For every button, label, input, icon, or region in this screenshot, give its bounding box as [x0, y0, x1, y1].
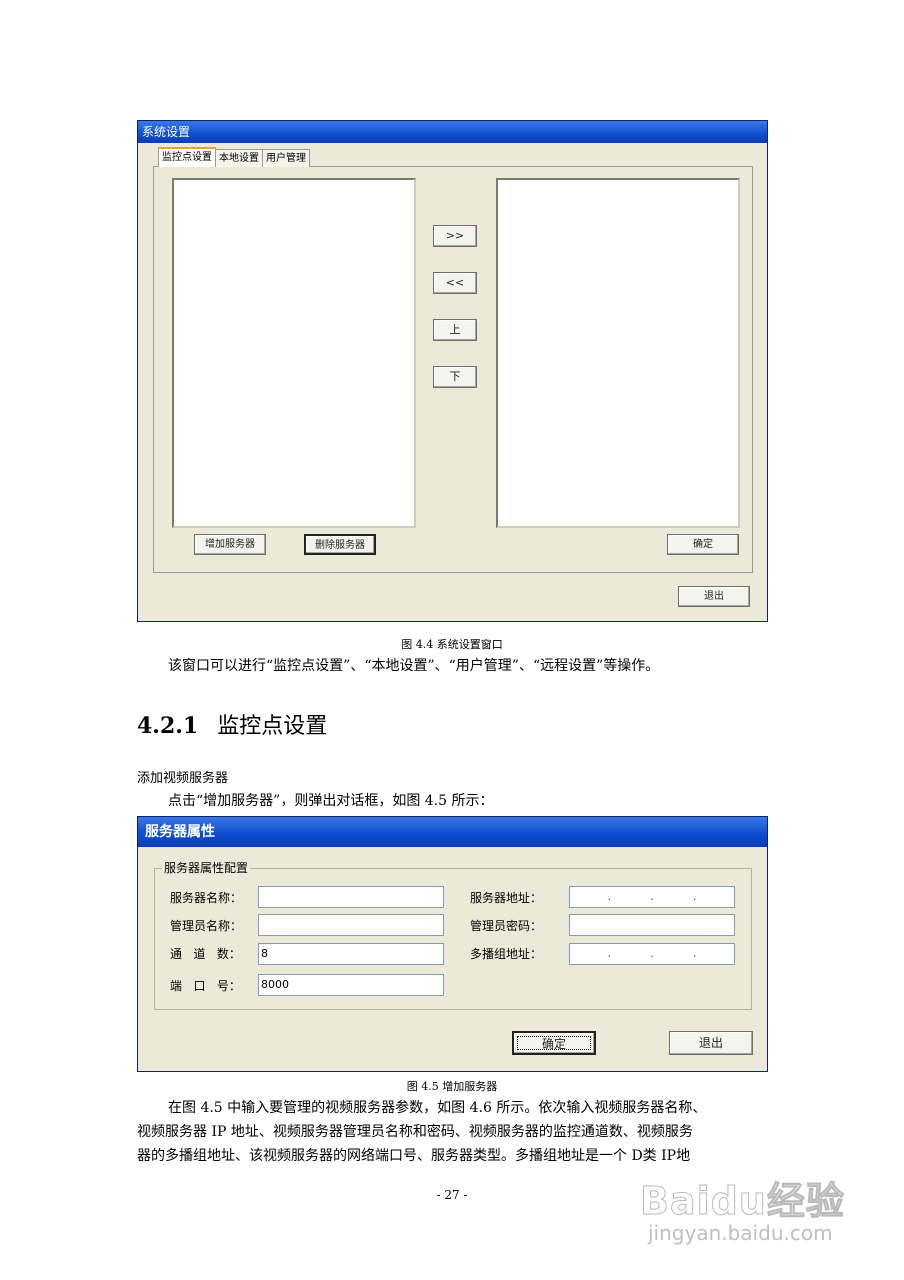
admin-password-label: 管理员密码： [470, 919, 543, 933]
delete-server-button[interactable]: 删除服务器 [304, 534, 376, 555]
baidu-jingyan-watermark: Baidu经验 jingyan.baidu.com [640, 1170, 860, 1250]
system-settings-window: 系统设置 监控点设置 本地设置 用户管理 >> << 上 下 增加服务器 删除服… [137, 120, 768, 622]
server-properties-dialog: 服务器属性 服务器属性配置 服务器名称： 管理员名称： 通 道 数： 8 端 口… [137, 816, 768, 1072]
ip-dot: . [607, 947, 612, 960]
subsection-title: 添加视频服务器 [137, 771, 229, 786]
paragraph-line-3: 器的多播组地址、该视频服务器的网络端口号、服务器类型。多播组地址是一个 D类 I… [137, 1148, 691, 1164]
paragraph-add-server: 点击“增加服务器”，则弹出对话框，如图 4.5 所示： [168, 793, 494, 809]
watermark-url: jingyan.baidu.com [648, 1221, 833, 1245]
ip-dot: . [692, 947, 697, 960]
move-up-button[interactable]: 上 [433, 319, 477, 341]
server-list-left[interactable] [172, 178, 416, 528]
tab-local-settings[interactable]: 本地设置 [215, 149, 263, 167]
section-number: 4.2.1 [137, 713, 199, 739]
move-down-button[interactable]: 下 [433, 366, 477, 388]
confirm-button[interactable]: 确定 [667, 534, 739, 555]
server-address-label: 服务器地址： [470, 891, 543, 905]
ip-dot: . [692, 890, 697, 903]
port-label: 端 口 号： [170, 979, 241, 993]
tab-monitor-points[interactable]: 监控点设置 [158, 147, 216, 167]
paragraph-line-1: 在图 4.5 中输入要管理的视频服务器参数，如图 4.6 所示。依次输入视频服务… [168, 1100, 707, 1116]
tab-user-management[interactable]: 用户管理 [262, 149, 310, 167]
ip-dot: . [650, 947, 654, 960]
admin-password-input[interactable] [569, 914, 735, 936]
server-name-label: 服务器名称： [170, 891, 243, 905]
window-title: 系统设置 [138, 121, 767, 143]
figure-caption-4-4: 图 4.4 系统设置窗口 [401, 638, 503, 651]
move-right-button[interactable]: >> [433, 225, 477, 247]
paragraph-window-ops: 该窗口可以进行“监控点设置”、“本地设置”、“用户管理”、“远程设置”等操作。 [168, 658, 660, 674]
port-input[interactable]: 8000 [258, 974, 444, 996]
admin-name-input[interactable] [258, 914, 444, 936]
multicast-address-label: 多播组地址： [470, 947, 543, 961]
dialog-title: 服务器属性 [138, 817, 767, 847]
server-address-input[interactable]: . . . [569, 886, 735, 908]
tab-bar: 监控点设置 本地设置 用户管理 [158, 147, 310, 167]
admin-name-label: 管理员名称： [170, 919, 243, 933]
channels-label: 通 道 数： [170, 947, 241, 961]
ip-dot: . [650, 890, 654, 903]
move-left-button[interactable]: << [433, 272, 477, 294]
ip-dot: . [607, 890, 612, 903]
dialog-exit-button[interactable]: 退出 [669, 1031, 753, 1055]
exit-button[interactable]: 退出 [678, 586, 750, 607]
figure-caption-4-5: 图 4.5 增加服务器 [406, 1080, 498, 1093]
section-heading: 4.2.1 监控点设置 [137, 708, 327, 740]
dialog-confirm-button[interactable]: 确定 [512, 1031, 596, 1055]
groupbox-legend: 服务器属性配置 [162, 859, 251, 876]
server-name-input[interactable] [258, 886, 444, 908]
section-title: 监控点设置 [217, 714, 328, 739]
server-list-right[interactable] [496, 178, 740, 528]
paragraph-line-2: 视频服务器 IP 地址、视频服务器管理员名称和密码、视频服务器的监控通道数、视频… [137, 1124, 693, 1140]
watermark-logo: Baidu经验 [640, 1179, 845, 1224]
multicast-address-input[interactable]: . . . [569, 943, 735, 965]
add-server-button[interactable]: 增加服务器 [194, 534, 266, 555]
channels-input[interactable]: 8 [258, 943, 444, 965]
